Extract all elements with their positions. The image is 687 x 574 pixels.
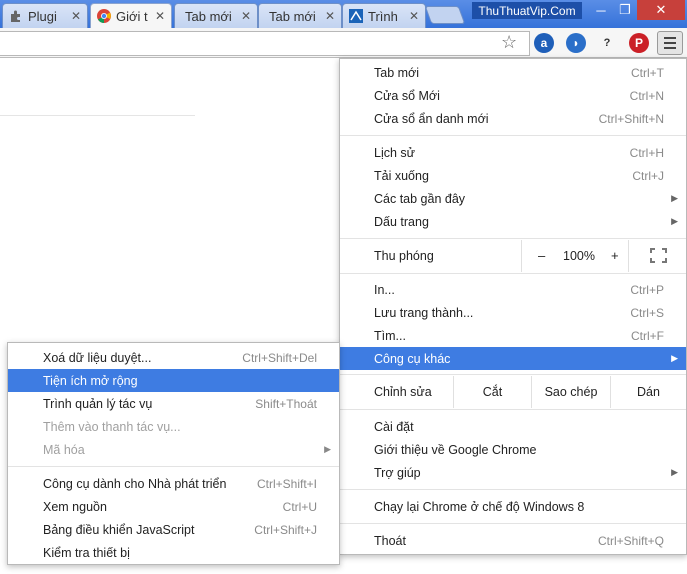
tab-trinh[interactable]: Trình ✕ [342,3,426,28]
menu-separator [340,273,686,274]
puzzle-icon [9,9,23,23]
tab-label: Tab mới [185,8,232,24]
chevron-right-icon: ▶ [324,444,331,454]
submenu-item-extensions[interactable]: Tiện ích mở rộng [8,369,339,392]
fullscreen-icon[interactable] [650,248,667,263]
menu-separator [340,374,686,375]
menu-item-relaunch[interactable]: Chạy lại Chrome ở chế độ Windows 8 [340,495,686,518]
chevron-right-icon: ▶ [671,467,678,477]
tab-strip: Plugi ✕ Giới t ✕ Tab mới ✕ Tab mới ✕ Trì… [0,0,687,28]
tab-new-2[interactable]: Tab mới ✕ [258,3,342,28]
submenu-item-view-source[interactable]: Xem nguồn Ctrl+U [8,495,339,518]
chevron-right-icon: ▶ [671,216,678,226]
page-divider [0,115,195,116]
menu-item-more-tools[interactable]: Công cụ khác ▶ [340,347,686,370]
menu-item-exit[interactable]: Thoát Ctrl+Shift+Q [340,529,686,552]
menu-item-recent-tabs[interactable]: Các tab gần đây ▶ [340,187,686,210]
close-icon[interactable]: ✕ [71,9,81,23]
menu-separator [340,409,686,410]
submenu-item-task-manager[interactable]: Trình quản lý tác vụ Shift+Thoát [8,392,339,415]
menu-separator [340,489,686,490]
zoom-controls: – 100% + [521,240,629,272]
chrome-icon [97,9,111,23]
hamburger-icon [664,37,676,39]
menu-item-save-page[interactable]: Lưu trang thành... Ctrl+S [340,301,686,324]
chevron-right-icon: ▶ [671,353,678,363]
address-bar[interactable] [0,31,530,56]
zoom-value: 100% [563,249,595,263]
close-icon[interactable]: ✕ [155,9,165,23]
zoom-label: Thu phóng [374,249,434,263]
menu-separator [340,523,686,524]
new-tab-button[interactable] [424,6,466,24]
menu-separator [340,238,686,239]
close-icon[interactable]: ✕ [325,9,335,23]
menu-item-new-window[interactable]: Cửa sổ Mới Ctrl+N [340,84,686,107]
chrome-menu: Tab mới Ctrl+T Cửa sổ Mới Ctrl+N Cửa sổ … [339,58,687,555]
chevron-right-icon: ▶ [671,193,678,203]
tab-label: Giới t [116,8,148,24]
tab-label: Plugi [28,8,57,24]
submenu-item-encoding: Mã hóa ▶ [43,442,331,457]
menu-separator [8,466,339,467]
submenu-item-clear-data[interactable]: Xoá dữ liệu duyệt... Ctrl+Shift+Del [8,346,339,369]
paste-button[interactable]: Dán [610,376,686,408]
menu-item-about[interactable]: Giới thiệu về Google Chrome [340,438,686,461]
menu-item-history[interactable]: Lịch sử Ctrl+H [340,141,686,164]
tab-gioi-thieu[interactable]: Giới t ✕ [90,3,172,28]
menu-item-print[interactable]: In... Ctrl+P [340,278,686,301]
star-icon[interactable]: ☆ [501,32,517,53]
copy-button[interactable]: Sao chép [531,376,610,408]
toolbar: ☆ a ◗ ? P [0,28,687,58]
ext-help-icon[interactable]: ? [597,33,617,53]
tab-new-1[interactable]: Tab mới ✕ [174,3,258,28]
zoom-out-button[interactable]: – [538,248,545,263]
close-icon[interactable]: ✕ [409,9,419,23]
ext-a-icon[interactable]: a [534,33,554,53]
tab-label: Trình [368,8,398,24]
menu-item-find[interactable]: Tìm... Ctrl+F [340,324,686,347]
edit-label: Chỉnh sửa [374,385,432,399]
menu-item-help[interactable]: Trợ giúp ▶ [340,461,686,484]
maximize-button[interactable]: ❐ [613,0,637,20]
minimize-button[interactable]: ─ [589,0,613,20]
menu-item-new-tab[interactable]: Tab mới Ctrl+T [340,61,686,84]
ext-bird-icon[interactable]: ◗ [566,33,586,53]
tab-plugins[interactable]: Plugi ✕ [2,3,88,28]
menu-item-settings[interactable]: Cài đặt [340,415,686,438]
more-tools-submenu: Xoá dữ liệu duyệt... Ctrl+Shift+Del Tiện… [7,342,340,565]
menu-item-bookmarks[interactable]: Dấu trang ▶ [340,210,686,233]
submenu-item-dev-tools[interactable]: Công cụ dành cho Nhà phát triển Ctrl+Shi… [8,472,339,495]
edit-row: Chỉnh sửa Cắt Sao chép Dán [340,376,686,408]
zoom-in-button[interactable]: + [611,248,619,263]
chrome-menu-button[interactable] [657,31,683,55]
tab-label: Tab mới [269,8,316,24]
close-icon[interactable]: ✕ [241,9,251,23]
site-icon [349,9,363,23]
menu-item-incognito[interactable]: Cửa sổ ẩn danh mới Ctrl+Shift+N [340,107,686,130]
close-window-button[interactable]: ✕ [637,0,685,20]
menu-item-downloads[interactable]: Tải xuống Ctrl+J [340,164,686,187]
cut-button[interactable]: Cắt [453,376,531,408]
pinterest-icon[interactable]: P [629,33,649,53]
submenu-item-add-taskbar: Thêm vào thanh tác vụ... [43,419,181,434]
submenu-item-js-console[interactable]: Bảng điều khiển JavaScript Ctrl+Shift+J [8,518,339,541]
menu-separator [340,135,686,136]
zoom-row: Thu phóng – 100% + [340,240,686,272]
brand-watermark: ThuThuatVip.Com [472,2,582,19]
submenu-item-inspect-devices[interactable]: Kiểm tra thiết bị [8,541,339,564]
